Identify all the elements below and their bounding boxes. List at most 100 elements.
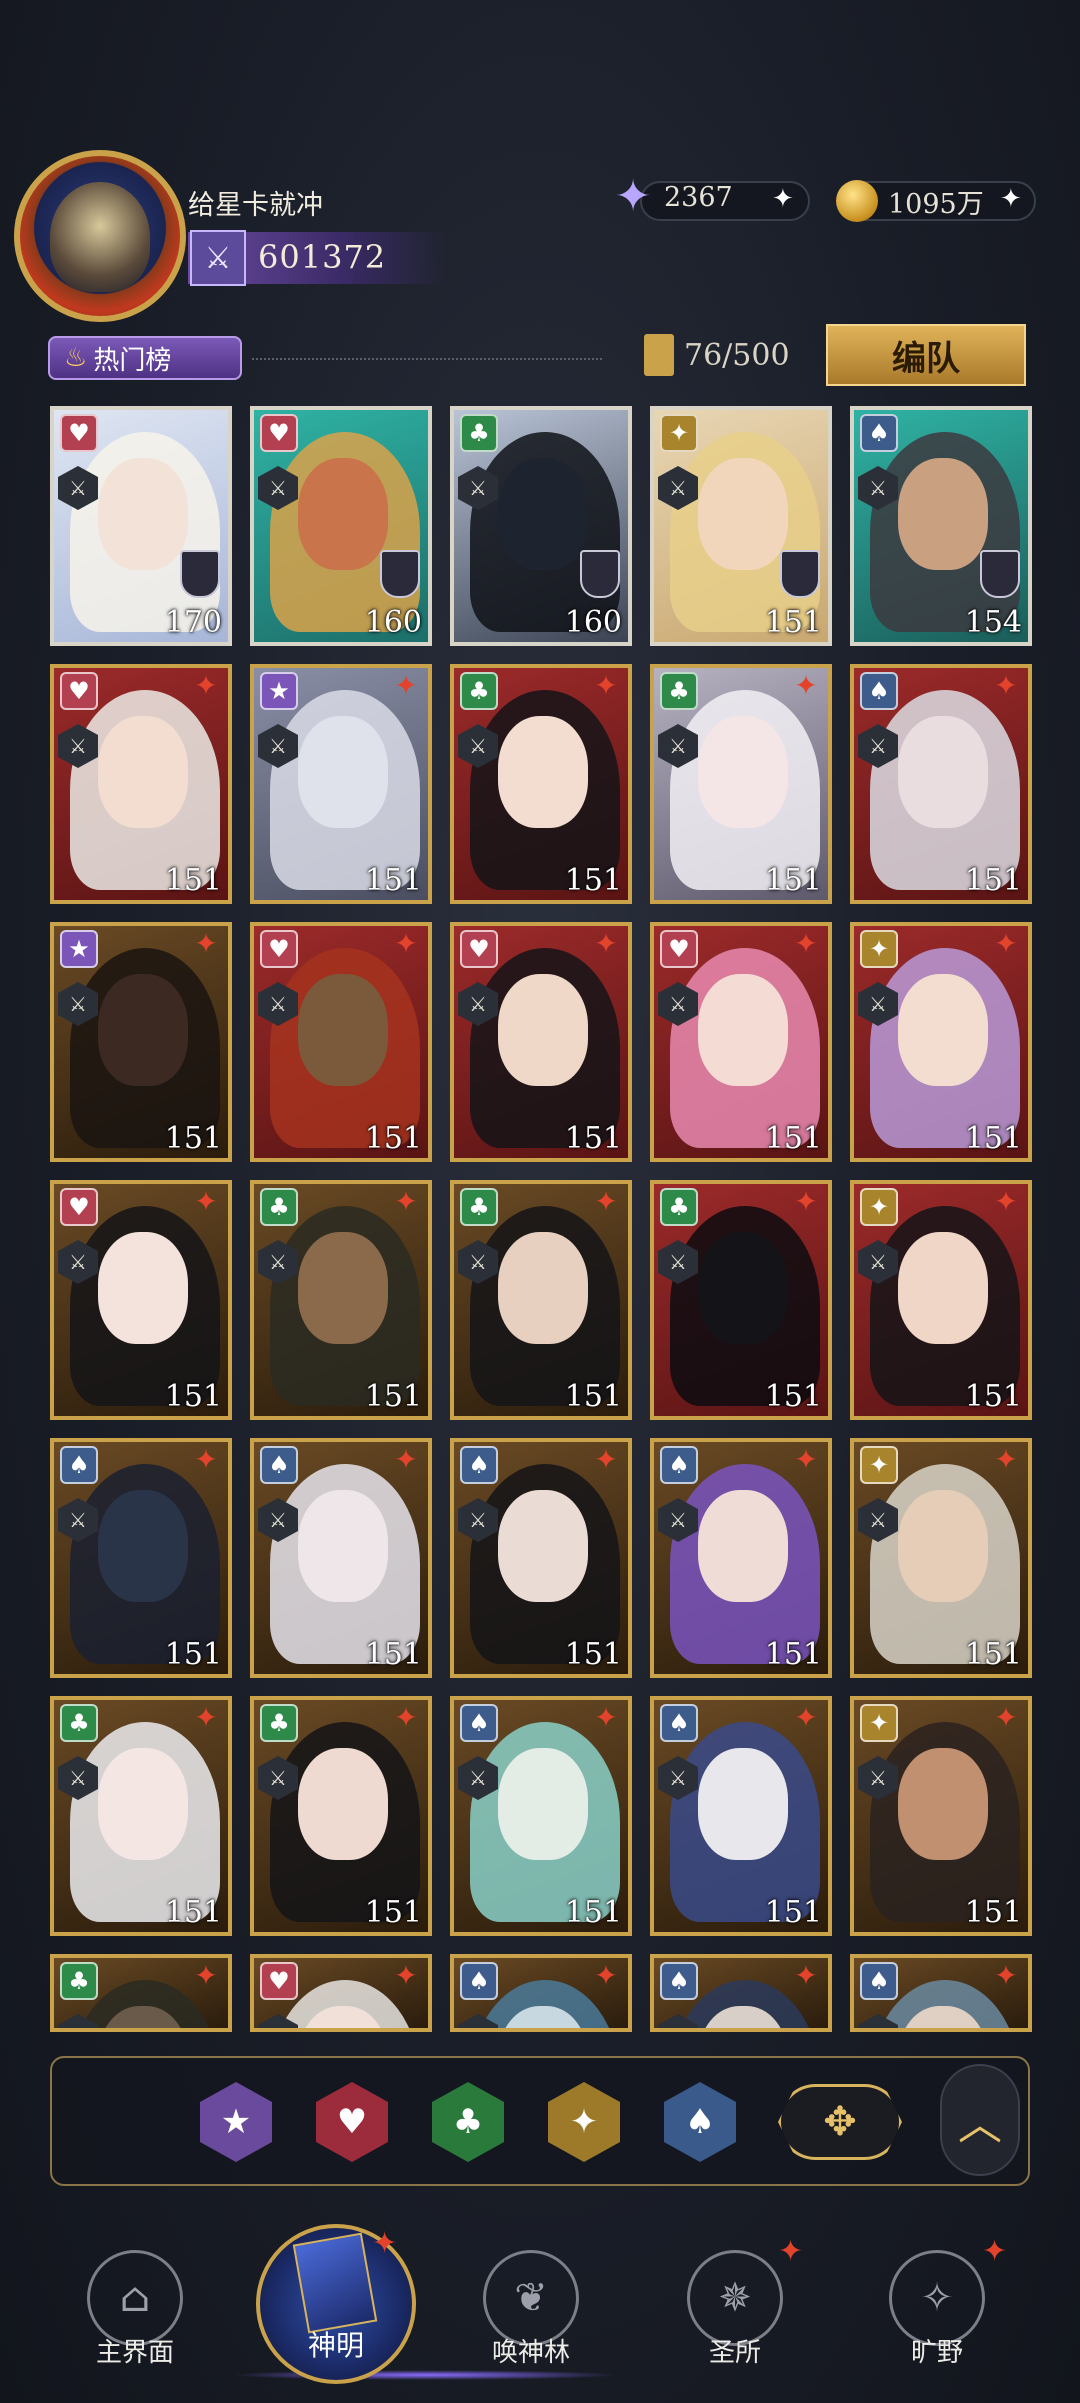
god-card[interactable]: ✦ ⚔ ✦ 151 [850,922,1032,1162]
god-card[interactable]: ♠ ⚔ ✦ 151 [250,1438,432,1678]
god-card[interactable]: ♥ ⚔ ✦ 151 [50,1180,232,1420]
god-card[interactable]: ♥⚔✦ [250,1954,432,2032]
god-card[interactable]: ♠⚔✦ [450,1954,632,2032]
card-level: 151 [364,1895,422,1930]
spark-icon: ✦ [394,1701,418,1734]
suit-badge-icon: ♥ [60,414,98,452]
card-face [898,974,988,1086]
god-card[interactable]: ♣ ⚔ ✦ 151 [250,1180,432,1420]
card-level: 151 [764,1637,822,1672]
suit-badge-icon: ♣ [460,414,498,452]
god-card[interactable]: ♠ ⚔ ✦ 151 [450,1438,632,1678]
nav-summon-label: 唤神林 [491,2338,570,2368]
suit-badge-icon: ★ [60,930,98,968]
spark-icon: ✦ [594,1443,618,1476]
spark-icon: ✦ [594,1959,618,1992]
god-card[interactable]: ♠ ⚔ ✦ 151 [450,1696,632,1936]
card-face [498,716,588,828]
card-level: 160 [364,605,422,640]
god-card[interactable]: ♠ ⚔ ✦ 151 [650,1438,832,1678]
god-card[interactable]: ✦ ⚔ ✦ 151 [850,1438,1032,1678]
god-card[interactable]: ♣ ⚔ ✦ 151 [450,1180,632,1420]
team-button[interactable]: 编队 [826,324,1026,386]
god-card[interactable]: ♠ ⚔ ✦ 151 [650,1696,832,1936]
crossed-swords-icon: ⚔ [190,230,246,286]
god-card[interactable]: ♠ ⚔ ✦ 151 [850,664,1032,904]
gold-currency-value: 1095万 [888,189,984,220]
card-face [98,974,188,1086]
god-card[interactable]: ♥ ⚔ ✦ 151 [50,664,232,904]
god-card[interactable]: ♣ ⚔ ✦ 151 [50,1696,232,1936]
card-face [98,1490,188,1602]
suit-badge-icon: ♣ [260,1704,298,1742]
nav-home[interactable]: ⌂ 主界面 [60,2250,210,2369]
filter-club-icon: ♣ [452,2102,484,2142]
card-level: 151 [964,863,1022,898]
card-level: 151 [564,1895,622,1930]
card-face [298,1748,388,1860]
shield-icon [780,550,820,598]
card-level: 151 [364,863,422,898]
hot-ranking-tab[interactable]: ♨ 热门榜 [48,336,242,380]
suit-badge-icon: ♣ [460,672,498,710]
nav-summon[interactable]: ❦ 唤神林 [456,2250,606,2369]
card-level: 151 [764,605,822,640]
card-face [98,716,188,828]
suit-badge-icon: ♠ [860,672,898,710]
suit-badge-icon: ♠ [460,1962,498,2000]
god-card[interactable]: ♣ ⚔ ✦ 151 [650,1180,832,1420]
suit-badge-icon: ♣ [260,1188,298,1226]
add-gold-currency-button[interactable]: ✦ [1000,184,1022,214]
suit-badge-icon: ♥ [60,1188,98,1226]
card-face [98,458,188,570]
god-card[interactable]: ★ ⚔ ✦ 151 [50,922,232,1162]
suit-badge-icon: ♠ [60,1446,98,1484]
god-card[interactable]: ♣ ⚔ 160 [450,406,632,646]
god-card[interactable]: ✦ ⚔ 151 [650,406,832,646]
all-suits-icon: ✥ [823,2099,857,2145]
spark-icon: ✦ [594,669,618,702]
avatar-portrait [50,182,150,292]
spark-icon: ✦ [594,927,618,960]
card-level: 151 [564,1379,622,1414]
rank-score: 601372 [258,238,387,276]
card-face [498,1232,588,1344]
filter-all-button[interactable]: ✥ [778,2084,902,2160]
god-card[interactable]: ♣ ⚔ ✦ 151 [650,664,832,904]
god-card[interactable]: ♣ ⚔ ✦ 151 [250,1696,432,1936]
suit-badge-icon: ♥ [260,930,298,968]
card-count: 76/500 [684,338,790,373]
card-level: 151 [364,1637,422,1672]
god-card[interactable]: ♥ ⚔ ✦ 151 [450,922,632,1162]
card-face [898,1748,988,1860]
collapse-filter-button[interactable]: ︿ [940,2064,1020,2176]
spark-icon: ✦ [794,1443,818,1476]
god-card[interactable]: ★ ⚔ ✦ 151 [250,664,432,904]
god-card[interactable]: ♥ ⚔ ✦ 151 [250,922,432,1162]
player-avatar[interactable] [14,150,186,322]
filter-star-icon: ★ [220,2102,252,2142]
suit-badge-icon: ✦ [860,1188,898,1226]
god-card[interactable]: ♠ ⚔ ✦ 151 [50,1438,232,1678]
card-face [98,1748,188,1860]
card-face [898,1232,988,1344]
spark-icon: ✦ [594,1701,618,1734]
nav-home-label: 主界面 [95,2338,174,2368]
card-level: 151 [964,1637,1022,1672]
card-level: 151 [764,863,822,898]
god-card[interactable]: ♥ ⚔ 160 [250,406,432,646]
god-card[interactable]: ♣⚔✦ [50,1954,232,2032]
god-card[interactable]: ♣ ⚔ ✦ 151 [450,664,632,904]
card-level: 151 [164,1121,222,1156]
god-card[interactable]: ✦ ⚔ ✦ 151 [850,1180,1032,1420]
god-card[interactable]: ♠ ⚔ 154 [850,406,1032,646]
god-card[interactable]: ♥ ⚔ ✦ 151 [650,922,832,1162]
card-level: 154 [964,605,1022,640]
god-card[interactable]: ♠⚔✦ [850,1954,1032,2032]
card-face [498,458,588,570]
god-card[interactable]: ♠⚔✦ [650,1954,832,2032]
divider [252,358,602,360]
god-card[interactable]: ✦ ⚔ ✦ 151 [850,1696,1032,1936]
god-card[interactable]: ♥ ⚔ 170 [50,406,232,646]
add-star-currency-button[interactable]: ✦ [772,184,794,214]
